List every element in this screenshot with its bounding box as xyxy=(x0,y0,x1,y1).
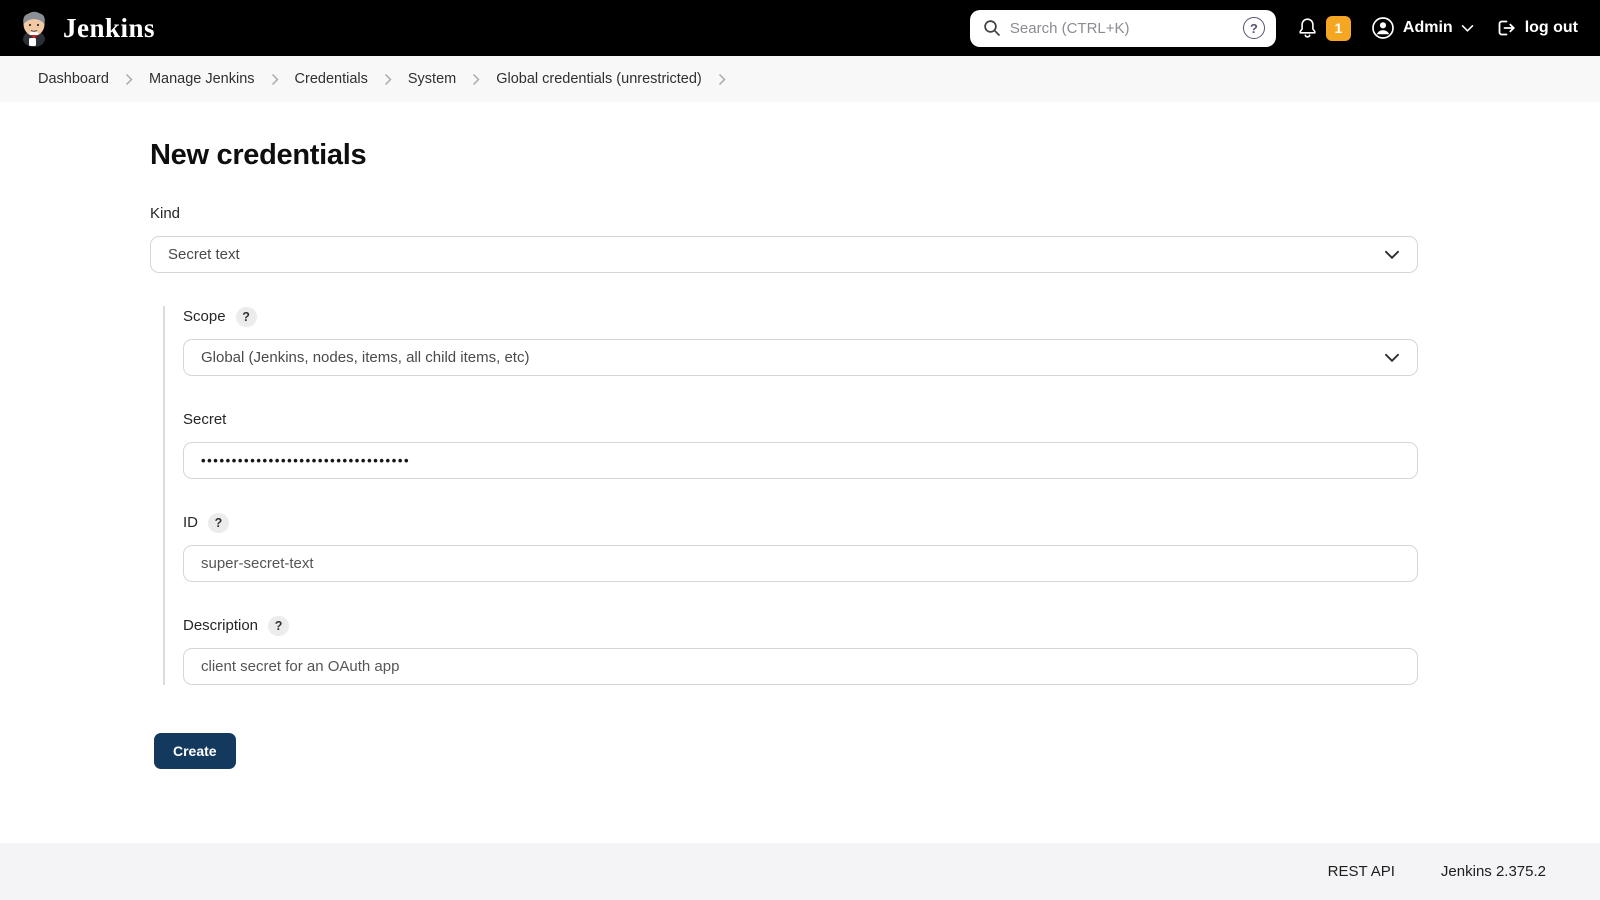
secret-label: Secret xyxy=(183,411,227,428)
id-input[interactable] xyxy=(183,545,1418,582)
breadcrumb-global-credentials[interactable]: Global credentials (unrestricted) xyxy=(494,67,704,91)
secret-input[interactable] xyxy=(183,442,1418,479)
page-title: New credentials xyxy=(150,139,367,171)
kind-label: Kind xyxy=(150,205,181,222)
logout-label: log out xyxy=(1524,19,1578,36)
breadcrumb-chevron-icon xyxy=(384,73,392,86)
top-bar: Jenkins ? 1 xyxy=(0,0,1600,56)
breadcrumb-dashboard[interactable]: Dashboard xyxy=(36,67,111,91)
kind-select[interactable]: Secret text xyxy=(150,236,1418,273)
description-help-icon[interactable]: ? xyxy=(268,615,290,636)
main-content: New credentials Kind Secret text Scope ?… xyxy=(150,139,1418,769)
jenkins-version-link[interactable]: Jenkins 2.375.2 xyxy=(1441,863,1546,880)
id-label-row: ID ? xyxy=(183,512,1418,533)
breadcrumb-chevron-icon xyxy=(271,73,279,86)
description-label: Description xyxy=(183,617,259,634)
breadcrumb: Dashboard Manage Jenkins Credentials Sys… xyxy=(0,56,1600,102)
brand-wordmark: Jenkins xyxy=(63,12,156,43)
breadcrumb-system[interactable]: System xyxy=(406,67,458,91)
breadcrumb-context-chevron-icon[interactable] xyxy=(718,73,726,86)
user-menu-button[interactable]: Admin xyxy=(1371,16,1474,40)
breadcrumb-manage-jenkins[interactable]: Manage Jenkins xyxy=(147,67,257,91)
kind-select-value: Secret text xyxy=(168,246,240,263)
bell-icon xyxy=(1296,16,1319,40)
breadcrumb-credentials[interactable]: Credentials xyxy=(293,67,370,91)
footer: REST API Jenkins 2.375.2 xyxy=(0,843,1600,900)
secret-label-row: Secret xyxy=(183,409,1418,430)
description-label-row: Description ? xyxy=(183,615,1418,636)
logout-button[interactable]: log out xyxy=(1494,17,1578,39)
rest-api-link[interactable]: REST API xyxy=(1328,863,1395,880)
id-label: ID xyxy=(183,514,198,531)
search-help-icon[interactable]: ? xyxy=(1242,17,1265,39)
user-name-label: Admin xyxy=(1402,19,1453,36)
jenkins-butler-logo xyxy=(16,9,52,47)
create-button[interactable]: Create xyxy=(154,733,236,769)
notifications-button[interactable]: 1 xyxy=(1296,15,1351,41)
breadcrumb-chevron-icon xyxy=(125,73,133,86)
search-box: ? xyxy=(969,9,1276,47)
scope-select-value: Global (Jenkins, nodes, items, all child… xyxy=(201,349,530,366)
scope-help-icon[interactable]: ? xyxy=(235,306,257,327)
chevron-down-icon xyxy=(1461,24,1474,33)
search-icon xyxy=(983,19,1001,37)
breadcrumb-chevron-icon xyxy=(472,73,480,86)
scope-select[interactable]: Global (Jenkins, nodes, items, all child… xyxy=(183,339,1418,376)
id-help-icon[interactable]: ? xyxy=(208,512,229,533)
description-input[interactable] xyxy=(183,648,1418,685)
notification-count-badge[interactable]: 1 xyxy=(1325,15,1351,41)
kind-details-section: Scope ? Global (Jenkins, nodes, items, a… xyxy=(163,306,1418,685)
search-input[interactable] xyxy=(1009,19,1234,37)
select-chevron-icon xyxy=(1384,250,1400,260)
user-circle-icon xyxy=(1371,16,1395,40)
logout-icon xyxy=(1494,17,1517,39)
scope-label-row: Scope ? xyxy=(183,306,1418,327)
kind-label-row: Kind xyxy=(150,203,1418,224)
scope-label: Scope xyxy=(183,308,226,325)
jenkins-home-link[interactable]: Jenkins xyxy=(16,9,155,47)
select-chevron-icon xyxy=(1384,353,1400,363)
